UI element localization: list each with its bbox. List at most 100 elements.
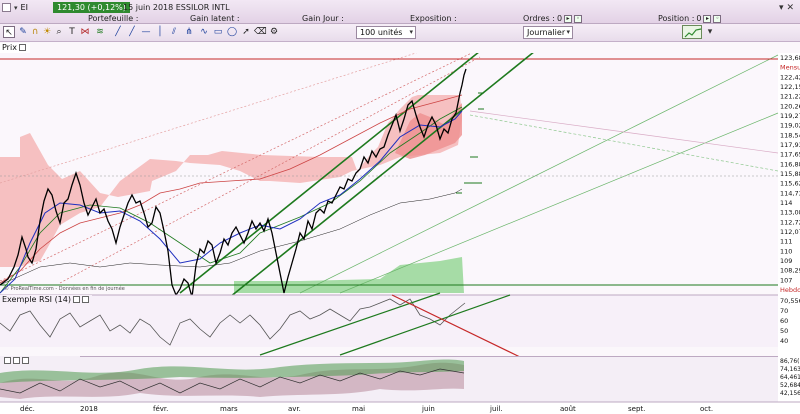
position-value: 0 <box>696 14 702 23</box>
exposure-column: Exposition : <box>410 14 457 24</box>
properties-tool-icon[interactable]: ⚙ <box>268 26 280 38</box>
position-label: Position : <box>658 14 695 23</box>
window-menu-controls: ▾ ✕ <box>779 3 794 13</box>
quantity-field[interactable]: 100 unités ▾ <box>356 26 416 39</box>
time-axis-label: mars <box>220 405 238 413</box>
price-axis-label: 118,54 <box>780 131 800 139</box>
price-axis-label: 111 <box>780 238 792 246</box>
indicator-axis-label: 42,156 <box>780 390 800 397</box>
indicator-panel-header <box>0 356 80 366</box>
wave-tool-icon[interactable]: ∿ <box>198 26 210 38</box>
indicator-axis-label: 52,684 <box>780 382 800 389</box>
price-axis-label: 122,15 <box>780 83 800 91</box>
window-label: EI <box>20 3 28 12</box>
rsi-axis-label: 70,556 <box>780 297 800 305</box>
rsi-axis-label: 60 <box>780 317 788 325</box>
rsi-axis-label: 70 <box>780 307 788 315</box>
price-axis-label: 119,02 <box>780 122 800 130</box>
price-axis-label: 115,88 <box>780 170 800 178</box>
time-axis-label: oct. <box>700 405 713 413</box>
close-icon[interactable]: ✕ <box>786 3 794 13</box>
panel-options-icon[interactable] <box>18 44 26 51</box>
fan-tool-icon[interactable]: ⋔ <box>183 26 195 38</box>
portfolio-column: Portefeuille : <box>88 14 138 24</box>
window-icon[interactable] <box>2 3 11 12</box>
rsi-axis-label: 50 <box>780 327 788 335</box>
price-axis-label: 112,72 <box>780 218 800 226</box>
price-axis-label: 108,29 <box>780 267 800 275</box>
orders-column: Ordres :0 ▸ ◦ <box>523 14 583 24</box>
indicator-axis-label: 86,76( <box>780 358 800 365</box>
orders-value: 0 <box>556 14 563 23</box>
security-name: 15 juin 2018 ESSILOR INTL <box>123 3 230 12</box>
panel-options-icon[interactable] <box>72 296 80 303</box>
channel-tool-icon[interactable]: ⫽ <box>168 26 180 38</box>
time-axis-background <box>0 402 800 414</box>
price-axis-label: 109 <box>780 257 792 265</box>
rectangle-tool-icon[interactable]: ▭ <box>212 26 224 38</box>
unrealized-gain-column: Gain latent : <box>190 14 240 24</box>
pencil-tool-icon[interactable]: ✎ <box>17 26 29 38</box>
price-axis-label: 117,93 <box>780 141 800 149</box>
price-axis-label: 123,68 <box>780 54 800 62</box>
horizontal-line-icon[interactable]: — <box>140 26 152 38</box>
daily-gain-column: Gain Jour : <box>302 14 344 24</box>
fibonacci-tool-icon[interactable]: ≋ <box>94 26 106 38</box>
time-axis-label: mai <box>352 405 365 413</box>
rsi-panel-label: Exemple RSI (14) <box>2 295 71 304</box>
price-axis-label: 115,62 <box>780 180 800 188</box>
panel-close-icon[interactable] <box>81 296 89 303</box>
price-axis-label: 107 <box>780 276 792 284</box>
price-panel-label: Prix <box>2 43 17 52</box>
time-axis-label: avr. <box>288 405 301 413</box>
trading-platform-window: ▾ EI 121,30 (+0,12%) 15 juin 2018 ESSILO… <box>0 0 800 414</box>
zoom-tool-icon[interactable]: ⌕ <box>53 26 65 38</box>
text-tool-icon[interactable]: T <box>66 26 78 38</box>
chart-style-button[interactable] <box>682 25 702 39</box>
cursor-tool-icon[interactable]: ↖ <box>3 26 15 38</box>
magnet-tool-icon[interactable]: ∩ <box>29 26 41 38</box>
position-settings-icon[interactable]: ◦ <box>713 14 722 23</box>
orders-label: Ordres : <box>523 14 555 23</box>
price-axis-label: 110 <box>780 247 792 255</box>
time-axis-label: juil. <box>489 405 503 413</box>
menu-arrow-icon[interactable]: ▾ <box>779 3 784 13</box>
quantity-value: 100 unités <box>360 28 403 37</box>
rsi-panel-header: Exemple RSI (14) <box>0 295 92 305</box>
ray-tool-icon[interactable]: ╱ <box>126 26 138 38</box>
position-button[interactable]: ▸ <box>703 14 712 23</box>
trend-channel-icon[interactable]: ⋈ <box>79 26 91 38</box>
position-column: Position :0 ▸ ◦ <box>658 14 722 24</box>
time-axis-label: sept. <box>628 405 645 413</box>
chart-style-icon <box>684 28 702 38</box>
drawing-toolbar: ↖ ✎ ∩ ☀ ⌕ T ⋈ ≋ ╱ ╱ — │ ⫽ ⋔ ∿ ▭ ◯ ➚ ⌫ ⚙ … <box>0 24 800 42</box>
orders-button[interactable]: ▸ <box>564 14 573 23</box>
daily-gain-label: Gain Jour : <box>302 14 344 23</box>
vertical-line-icon[interactable]: │ <box>154 26 166 38</box>
price-axis-label: 114 <box>780 199 792 207</box>
panel-options-icon[interactable] <box>4 357 11 364</box>
price-axis-label: 120,26 <box>780 102 800 110</box>
alert-tool-icon[interactable]: ☀ <box>41 26 53 38</box>
eraser-tool-icon[interactable]: ⌫ <box>254 26 267 38</box>
line-tool-icon[interactable]: ╱ <box>112 26 124 38</box>
panel-maximize-icon[interactable] <box>13 357 20 364</box>
indicator-axis-label: 64,461 <box>780 374 800 381</box>
rsi-panel-background <box>0 295 778 347</box>
chart-style-dropdown-icon[interactable]: ▾ <box>704 26 716 38</box>
orders-settings-icon[interactable]: ◦ <box>574 14 583 23</box>
price-chart-area[interactable]: déc. 2018 févr. mars avr. mai juin juil. août sep… <box>0 53 800 414</box>
panel-close-icon[interactable] <box>22 357 29 364</box>
ellipse-tool-icon[interactable]: ◯ <box>226 26 238 38</box>
window-controls: ▾ EI <box>2 3 28 12</box>
price-axis-label: Hebdo <box>780 286 800 294</box>
time-axis-label: août <box>560 405 576 413</box>
source-note: © ProRealTime.com - Données en fin de jo… <box>4 285 125 292</box>
price-axis-label: 114,73 <box>780 189 800 197</box>
price-axis-label: 113,08 <box>780 209 800 217</box>
dropdown-arrow-icon[interactable]: ▾ <box>14 4 18 12</box>
period-select[interactable]: Journalier ▾ <box>523 26 573 39</box>
arrow-tool-icon[interactable]: ➚ <box>240 26 252 38</box>
price-axis-label: 116,88 <box>780 160 800 168</box>
time-axis-label: juin <box>421 405 435 413</box>
